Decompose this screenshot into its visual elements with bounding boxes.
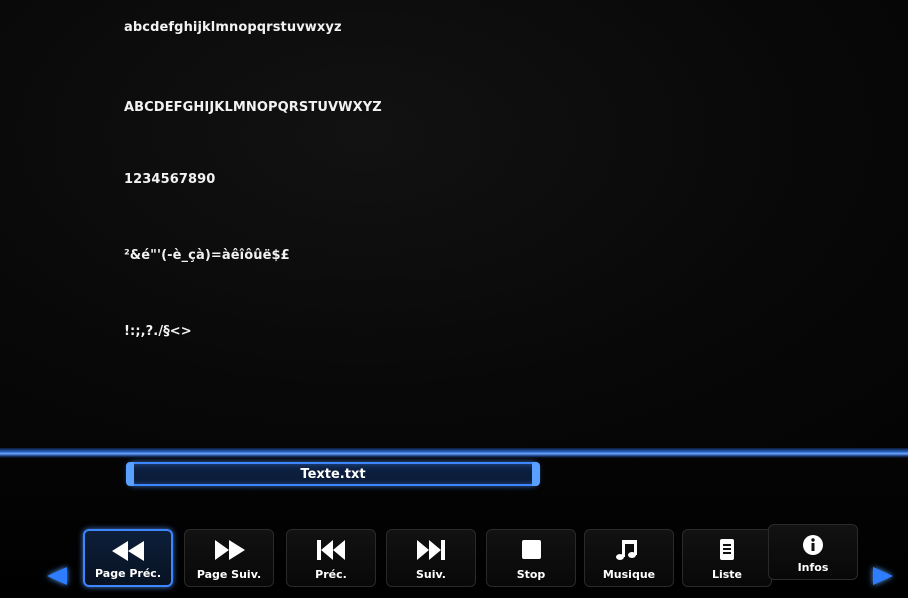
list-document-icon — [709, 538, 745, 562]
info-icon — [795, 533, 831, 557]
text-line-uppercase: ABCDEFGHIJKLMNOPQRSTUVWXYZ — [124, 100, 382, 115]
skip-previous-icon — [313, 538, 349, 562]
previous-label: Préc. — [315, 568, 347, 581]
page-prev-label: Page Préc. — [95, 567, 161, 580]
filename-label: Texte.txt — [300, 466, 366, 482]
previous-button[interactable]: Préc. — [286, 529, 376, 587]
music-button[interactable]: Musique — [584, 529, 674, 587]
filename-bar: Texte.txt — [126, 462, 540, 486]
next-button[interactable]: Suiv. — [386, 529, 476, 587]
music-note-icon — [611, 538, 647, 562]
skip-next-icon — [413, 538, 449, 562]
text-line-punctuation: !:;,?./§<> — [124, 324, 192, 339]
stop-button[interactable]: Stop — [486, 529, 576, 587]
fast-forward-icon — [211, 538, 247, 562]
stop-label: Stop — [516, 568, 546, 581]
info-button[interactable]: Infos — [768, 524, 858, 580]
page-next-button[interactable]: Page Suiv. — [184, 529, 274, 587]
panel-divider — [0, 448, 908, 458]
list-label: Liste — [711, 568, 743, 581]
next-label: Suiv. — [416, 568, 446, 581]
list-button[interactable]: Liste — [682, 529, 772, 587]
text-viewer: abcdefghijklmnopqrstuvwxyz ABCDEFGHIJKLM… — [0, 0, 908, 448]
page-next-label: Page Suiv. — [196, 568, 262, 581]
info-label: Infos — [797, 561, 829, 574]
text-line-digits: 1234567890 — [124, 172, 216, 187]
page-prev-button[interactable]: Page Préc. — [83, 529, 173, 587]
text-line-lowercase: abcdefghijklmnopqrstuvwxyz — [124, 20, 342, 35]
stop-icon — [513, 538, 549, 562]
text-line-accents: ²&é"'(-è_çà)=àêîôûë$£ — [124, 248, 290, 263]
toolbar: Page Préc. Page Suiv. Préc. Suiv. Stop M… — [0, 522, 908, 592]
music-label: Musique — [602, 568, 656, 581]
rewind-icon — [110, 539, 146, 563]
